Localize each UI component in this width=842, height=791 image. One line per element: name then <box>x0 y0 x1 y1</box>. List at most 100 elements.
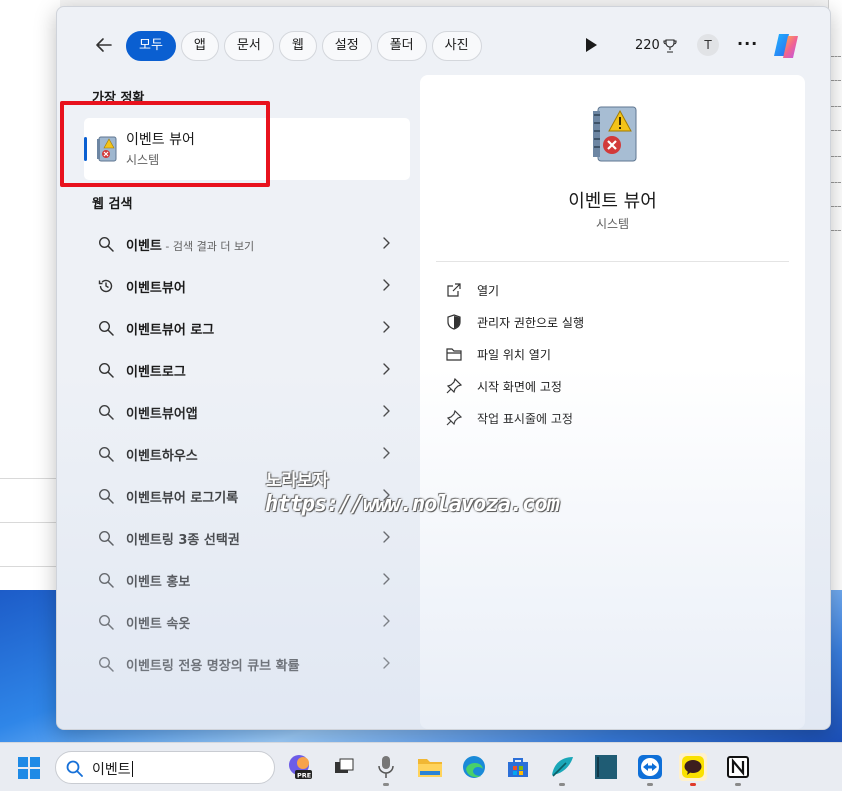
search-icon <box>98 614 114 630</box>
search-result-item[interactable]: 이벤트뷰어앱 <box>84 391 410 433</box>
search-icon <box>66 760 83 777</box>
chevron-right-icon[interactable] <box>381 278 391 292</box>
best-match-label: 가장 정확 <box>92 91 145 106</box>
event-viewer-icon <box>97 136 117 162</box>
chevron-right-icon[interactable] <box>381 362 391 376</box>
tab-folders[interactable]: 폴더 <box>376 31 427 61</box>
taskbar-kakaotalk[interactable] <box>679 753 707 786</box>
chevron-right-icon[interactable] <box>381 530 391 544</box>
back-arrow-icon[interactable] <box>93 34 115 56</box>
best-match-item[interactable]: 이벤트 뷰어 시스템 <box>84 118 410 180</box>
taskbar-file-explorer[interactable] <box>416 753 444 781</box>
chevron-right-icon[interactable] <box>381 236 391 250</box>
chevron-right-icon[interactable] <box>381 572 391 586</box>
search-icon <box>98 656 114 672</box>
search-result-label: 이벤트뷰어앱 <box>126 403 198 422</box>
tab-settings[interactable]: 설정 <box>321 31 372 61</box>
notion-icon <box>727 756 749 778</box>
copilot-icon[interactable] <box>770 31 802 61</box>
trophy-icon <box>663 38 677 53</box>
preview-title: 이벤트 뷰어 <box>568 191 657 212</box>
chevron-right-icon[interactable] <box>381 488 391 502</box>
web-search-label: 웹 검색 <box>92 197 133 212</box>
search-result-label: 이벤트링 3종 선택권 <box>126 529 240 548</box>
tab-photos[interactable]: 사진 <box>431 31 482 61</box>
selection-indicator <box>84 137 87 161</box>
search-result-query: 이벤트로그 <box>126 365 186 380</box>
best-match-subtitle: 시스템 <box>126 153 160 167</box>
search-result-item[interactable]: 이벤트로그 <box>84 349 410 391</box>
search-result-item[interactable]: 이벤트뷰어 <box>84 265 410 307</box>
tab-apps[interactable]: 앱 <box>180 31 219 61</box>
running-indicator <box>647 783 653 786</box>
taskbar-task-view[interactable] <box>330 753 358 781</box>
running-indicator <box>383 783 389 786</box>
search-result-label: 이벤트 홍보 <box>126 571 190 590</box>
microphone-icon <box>378 756 394 778</box>
search-result-label: 이벤트 - 검색 결과 더 보기 <box>126 235 254 254</box>
filter-tabs: 모두 앱 문서 웹 설정 폴더 사진 <box>126 31 482 61</box>
search-result-query: 이벤트 속옷 <box>126 617 191 632</box>
chevron-right-icon[interactable] <box>381 320 391 334</box>
windows-start-icon[interactable] <box>17 756 41 780</box>
avatar[interactable]: T <box>697 34 719 56</box>
taskbar-copilot-pre[interactable]: PRE <box>286 753 314 781</box>
search-result-item[interactable]: 이벤트뷰어 로그기록 <box>84 475 410 517</box>
action-label: 작업 표시줄에 고정 <box>477 412 573 426</box>
taskbar-app-book[interactable] <box>592 753 620 781</box>
running-indicator <box>735 783 741 786</box>
taskbar-edge[interactable] <box>460 753 488 781</box>
edge-browser-icon <box>463 756 485 778</box>
taskbar-teamviewer[interactable] <box>636 753 664 786</box>
taskbar-microsoft-store[interactable] <box>504 753 532 781</box>
kakaotalk-icon <box>682 756 704 778</box>
search-icon <box>98 362 114 378</box>
best-match-title: 이벤트 뷰어 <box>126 132 195 148</box>
search-result-item[interactable]: 이벤트하우스 <box>84 433 410 475</box>
search-result-label: 이벤트 속옷 <box>126 613 190 632</box>
search-result-query: 이벤트뷰어앱 <box>126 407 198 422</box>
search-result-query: 이벤트링 전용 명장의 큐브 확률 <box>126 659 300 674</box>
search-result-item[interactable]: 이벤트링 전용 명장의 큐브 확률 <box>84 643 410 685</box>
search-result-label: 이벤트뷰어 로그기록 <box>126 487 238 506</box>
taskbar: 이벤트 PRE <box>0 742 842 791</box>
play-icon[interactable] <box>584 37 598 53</box>
shield-icon <box>447 314 461 330</box>
search-value: 이벤트 <box>92 762 131 778</box>
search-result-item[interactable]: 이벤트 속옷 <box>84 601 410 643</box>
action-label: 관리자 권한으로 실행 <box>477 316 584 330</box>
search-result-item[interactable]: 이벤트 홍보 <box>84 559 410 601</box>
chevron-right-icon[interactable] <box>381 404 391 418</box>
preview-subtitle: 시스템 <box>595 217 630 231</box>
taskbar-notion[interactable] <box>724 753 752 786</box>
search-result-query: 이벤트뷰어 로그 <box>126 323 215 338</box>
taskbar-app-feather[interactable] <box>548 753 576 786</box>
tab-documents[interactable]: 문서 <box>223 31 274 61</box>
taskbar-search-input[interactable]: 이벤트 <box>55 751 275 784</box>
rewards-points-value: 220 <box>635 38 660 53</box>
feather-app-icon <box>552 757 573 777</box>
book-app-icon <box>595 755 617 779</box>
search-result-query: 이벤트 <box>126 239 162 254</box>
action-label: 시작 화면에 고정 <box>477 380 562 394</box>
chevron-right-icon[interactable] <box>381 446 391 460</box>
search-result-item[interactable]: 이벤트링 3종 선택권 <box>84 517 410 559</box>
search-icon <box>98 530 114 546</box>
search-result-query: 이벤트뷰어 로그기록 <box>126 491 239 506</box>
event-viewer-large-icon <box>593 106 637 162</box>
chevron-right-icon[interactable] <box>381 614 391 628</box>
search-result-item[interactable]: 이벤트 - 검색 결과 더 보기 <box>84 223 410 265</box>
search-result-label: 이벤트하우스 <box>126 445 198 464</box>
taskbar-microphone[interactable] <box>372 753 400 786</box>
open-external-icon <box>447 283 461 297</box>
folder-icon <box>418 759 442 777</box>
more-options-icon[interactable]: ··· <box>737 34 758 53</box>
tab-all[interactable]: 모두 <box>126 31 176 61</box>
search-icon <box>98 572 114 588</box>
rewards-points[interactable]: 220 <box>635 38 677 53</box>
search-result-item[interactable]: 이벤트뷰어 로그 <box>84 307 410 349</box>
svg-text:PRE: PRE <box>297 772 311 780</box>
search-result-label: 이벤트뷰어 <box>126 277 186 296</box>
chevron-right-icon[interactable] <box>381 656 391 670</box>
tab-web[interactable]: 웹 <box>278 31 317 61</box>
